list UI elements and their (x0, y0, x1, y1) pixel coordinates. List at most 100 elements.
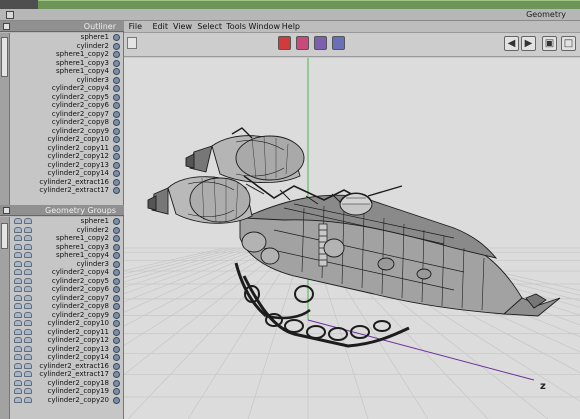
lock-icon[interactable] (14, 379, 22, 386)
list-item[interactable]: cylinder2_copy11 (10, 328, 123, 337)
lock-icon[interactable] (24, 260, 32, 267)
geometry-node-icon[interactable] (113, 371, 120, 378)
lock-icon[interactable] (14, 337, 22, 343)
lock-icon[interactable] (24, 320, 32, 326)
lock-icon[interactable] (24, 396, 32, 403)
geometry-node-icon[interactable] (113, 243, 120, 251)
list-item[interactable]: sphere1_copy2 (10, 234, 123, 243)
lock-icon[interactable] (24, 286, 32, 292)
geometry-node-icon[interactable] (113, 153, 120, 160)
geometry-node-icon[interactable] (113, 127, 120, 135)
lock-icon[interactable] (14, 269, 22, 275)
lock-icon[interactable] (24, 243, 32, 250)
close-icon[interactable] (3, 207, 10, 214)
geometry-node-icon[interactable] (113, 144, 120, 152)
list-item[interactable]: sphere1_copy2 (10, 50, 123, 59)
list-item[interactable]: cylinder2_copy12 (10, 152, 123, 161)
lock-icon[interactable] (14, 320, 22, 326)
geometry-node-icon[interactable] (113, 252, 120, 259)
lock-icon[interactable] (14, 226, 22, 233)
list-item[interactable]: cylinder2_copy9 (10, 311, 123, 320)
lock-icon[interactable] (14, 277, 22, 284)
close-icon[interactable] (3, 23, 10, 30)
geometry-node-icon[interactable] (113, 354, 120, 361)
lock-icon[interactable] (14, 235, 22, 241)
geometry-node-icon[interactable] (113, 178, 120, 186)
lock-icon[interactable] (14, 303, 22, 309)
lock-icon[interactable] (14, 345, 22, 352)
lock-icon[interactable] (14, 371, 22, 377)
lock-icon[interactable] (14, 252, 22, 258)
geometry-node-icon[interactable] (113, 85, 120, 92)
geometry-node-icon[interactable] (113, 59, 120, 67)
menu-view[interactable]: View (173, 22, 192, 31)
close-icon[interactable] (6, 11, 14, 19)
list-item[interactable]: cylinder2_copy7 (10, 294, 123, 303)
list-item[interactable]: cylinder2_extract16 (10, 178, 123, 187)
save-icon[interactable]: ▣ (542, 36, 557, 51)
geometry-node-icon[interactable] (113, 110, 120, 118)
arrow-left-icon[interactable]: ◀ (504, 36, 519, 51)
scroll-thumb[interactable] (1, 37, 8, 77)
scroll-thumb[interactable] (1, 223, 8, 249)
lock-icon[interactable] (24, 362, 32, 369)
list-item[interactable]: cylinder2_copy8 (10, 118, 123, 127)
lock-icon[interactable] (14, 294, 22, 301)
lock-icon[interactable] (24, 252, 32, 258)
list-item[interactable]: sphere1_copy3 (10, 59, 123, 68)
spaceship-model[interactable] (147, 127, 561, 348)
geometry-node-icon[interactable] (113, 286, 120, 293)
geometry-scrollbar[interactable] (0, 217, 10, 419)
geometry-node-icon[interactable] (113, 320, 120, 327)
lock-icon[interactable] (24, 303, 32, 309)
menu-window[interactable]: Window (248, 22, 280, 31)
list-item[interactable]: cylinder2_copy12 (10, 336, 123, 345)
list-item[interactable]: cylinder2_copy4 (10, 268, 123, 277)
list-item[interactable]: cylinder2 (10, 42, 123, 51)
menu-file[interactable]: File (129, 22, 142, 31)
geometry-node-icon[interactable] (113, 379, 120, 387)
lock-icon[interactable] (14, 354, 22, 360)
arrow-right-icon[interactable]: ▶ (521, 36, 536, 51)
select-mode-magenta-icon[interactable] (296, 36, 309, 50)
menu-select[interactable]: Select (197, 22, 222, 31)
list-item[interactable]: cylinder2_copy6 (10, 285, 123, 294)
list-item[interactable]: sphere1_copy4 (10, 251, 123, 260)
geometry-node-icon[interactable] (113, 42, 120, 50)
outliner-scrollbar[interactable] (0, 33, 10, 205)
geometry-node-icon[interactable] (113, 235, 120, 242)
select-mode-blue-icon[interactable] (332, 36, 345, 50)
list-item[interactable]: cylinder2_copy6 (10, 101, 123, 110)
geometry-node-icon[interactable] (113, 269, 120, 276)
viewport-canvas[interactable] (124, 58, 580, 419)
lock-icon[interactable] (24, 218, 32, 224)
lock-icon[interactable] (14, 286, 22, 292)
lock-icon[interactable] (24, 311, 32, 318)
lock-icon[interactable] (14, 328, 22, 335)
geometry-node-icon[interactable] (113, 328, 120, 336)
list-item[interactable]: cylinder2_copy13 (10, 345, 123, 354)
select-mode-red-icon[interactable] (278, 36, 291, 50)
list-item[interactable]: cylinder2_extract17 (10, 370, 123, 379)
geometry-node-icon[interactable] (113, 311, 120, 319)
lock-icon[interactable] (24, 235, 32, 241)
toolbar-grip-icon[interactable] (127, 37, 137, 49)
geometry-node-icon[interactable] (113, 34, 120, 41)
lock-icon[interactable] (24, 337, 32, 343)
geometry-node-icon[interactable] (113, 161, 120, 169)
lock-icon[interactable] (24, 379, 32, 386)
lock-icon[interactable] (14, 388, 22, 394)
geometry-node-icon[interactable] (113, 260, 120, 268)
list-item[interactable]: cylinder2_copy11 (10, 144, 123, 153)
list-item[interactable]: sphere1_copy3 (10, 243, 123, 252)
lock-icon[interactable] (24, 226, 32, 233)
geometry-node-icon[interactable] (113, 396, 120, 404)
list-item[interactable]: cylinder2 (10, 226, 123, 235)
lock-icon[interactable] (24, 371, 32, 377)
list-item[interactable]: cylinder2_copy18 (10, 379, 123, 388)
lock-icon[interactable] (24, 354, 32, 360)
geometry-node-icon[interactable] (113, 136, 120, 143)
geometry-node-icon[interactable] (113, 102, 120, 109)
geometry-node-icon[interactable] (113, 119, 120, 126)
lock-icon[interactable] (14, 396, 22, 403)
